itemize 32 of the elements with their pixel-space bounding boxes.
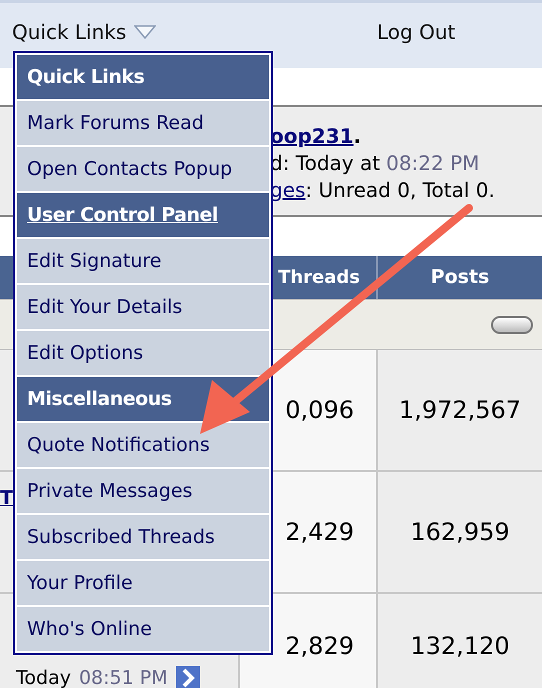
forum-link[interactable]: T [0,484,13,512]
menu-item[interactable]: Edit Options [17,331,269,375]
threads-count: 0,096 [285,395,354,426]
menu-item[interactable]: Quote Notifications [17,423,269,467]
username-link[interactable]: oop231 [270,123,354,150]
threads-count: 2,829 [285,631,354,662]
log-out-link[interactable]: Log Out [377,17,456,47]
menu-header[interactable]: User Control Panel [17,193,269,237]
menu-item[interactable]: Mark Forums Read [17,101,269,145]
go-to-post-icon[interactable] [176,666,200,688]
messages-text: : Unread 0, Total 0. [305,177,495,204]
menu-item[interactable]: Your Profile [17,561,269,605]
menu-item[interactable]: Edit Your Details [17,285,269,329]
quick-links-link[interactable]: Quick Links [12,17,126,47]
dropdown-icon[interactable] [134,25,156,39]
welcome-text: . [354,123,362,150]
last-post-date: Today [16,666,71,688]
column-header: Threads [278,266,360,290]
posts-count: 162,959 [410,517,510,548]
menu-item[interactable]: Subscribed Threads [17,515,269,559]
menu-item[interactable]: Open Contacts Popup [17,147,269,191]
menu-item[interactable]: Private Messages [17,469,269,513]
menu-item[interactable]: Who's Online [17,607,269,651]
menu-item[interactable]: Edit Signature [17,239,269,283]
posts-count: 132,120 [410,631,510,662]
threads-count: 2,429 [285,517,354,548]
posts-count: 1,972,567 [398,395,522,426]
collapse-icon[interactable] [491,316,533,334]
last-post-time: 08:51 PM [78,666,168,688]
last-visit-time: 08:22 PM [386,150,480,177]
menu-header: Quick Links [17,55,269,99]
column-header: Posts [430,265,490,290]
